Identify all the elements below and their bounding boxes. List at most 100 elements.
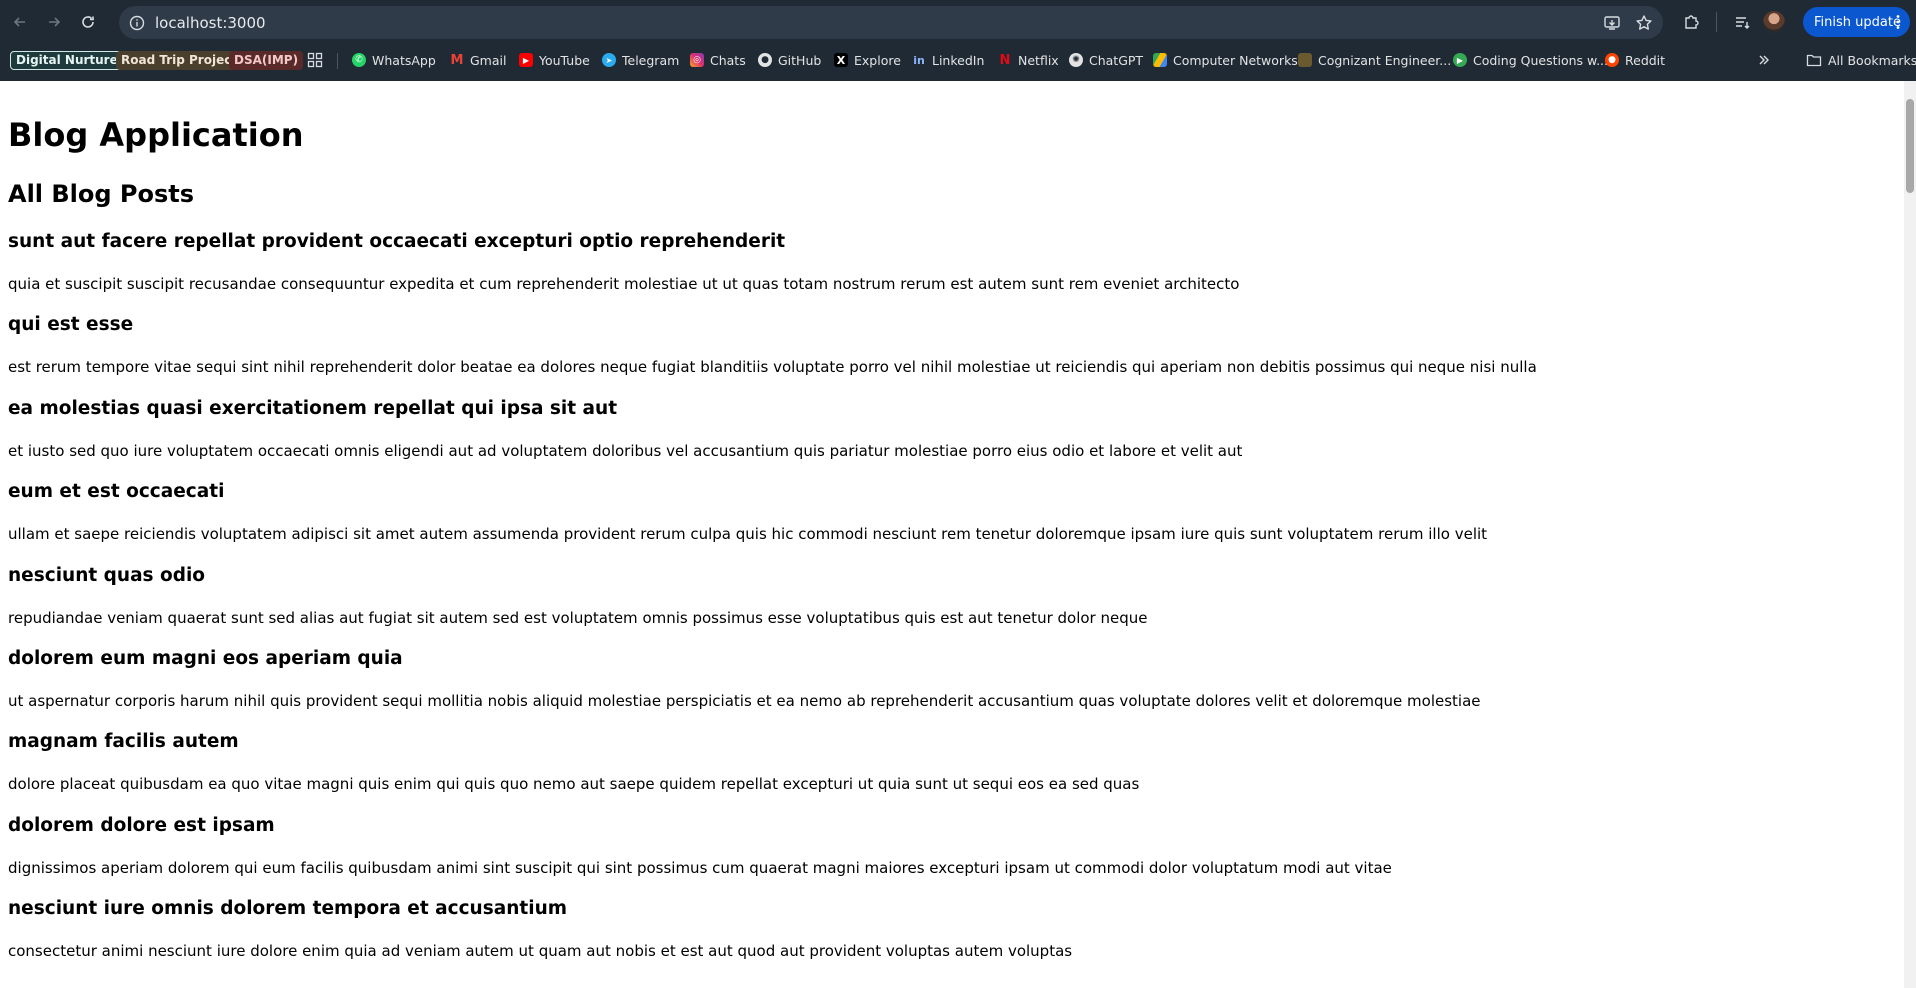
post-title: magnam facilis autem — [8, 731, 239, 752]
bookmark-label: Road Trip Project — [121, 53, 238, 67]
bookmarks-bar: Digital Nurture Road Trip Project DSA(IM… — [0, 46, 1916, 74]
post-body: dolore placeat quibusdam ea quo vitae ma… — [8, 775, 1140, 793]
back-button[interactable] — [5, 7, 35, 37]
chatgpt-icon: ✺ — [1069, 53, 1083, 67]
bookmark-cognizant[interactable]: Cognizant Engineer... — [1298, 48, 1451, 72]
post-body: dignissimos aperiam dolorem qui eum faci… — [8, 859, 1392, 877]
browser-chrome: localhost:3000 Finish update Digital Nur… — [0, 0, 1916, 81]
cognizant-icon — [1298, 53, 1312, 67]
extensions-button[interactable] — [1676, 7, 1706, 37]
bookmark-whatsapp[interactable]: ✆ WhatsApp — [352, 48, 436, 72]
install-app-icon[interactable] — [1603, 14, 1621, 32]
toolbar-right — [1676, 7, 1785, 37]
instagram-icon: ◎ — [690, 53, 704, 67]
bookmark-label: Explore — [854, 52, 901, 68]
bookmark-chats[interactable]: ◎ Chats — [690, 48, 746, 72]
toolbar-divider — [1716, 12, 1717, 32]
folder-icon — [1806, 54, 1822, 67]
site-info-icon[interactable] — [129, 15, 145, 31]
arrow-right-icon — [49, 17, 61, 27]
post-body: consectetur animi nesciunt iure dolore e… — [8, 942, 1073, 960]
bookmark-label: Cognizant Engineer... — [1318, 52, 1452, 68]
bookmark-label: YouTube — [539, 52, 590, 68]
reload-icon — [82, 16, 94, 28]
x-icon: X — [834, 53, 848, 67]
bookmark-coding-questions[interactable]: ▶ Coding Questions w... — [1453, 48, 1608, 72]
post-body: et iusto sed quo iure voluptatem occaeca… — [8, 442, 1243, 460]
post-title: dolorem eum magni eos aperiam quia — [8, 648, 403, 669]
bookmark-reddit[interactable]: ● Reddit — [1605, 48, 1665, 72]
puzzle-icon — [1685, 15, 1699, 29]
youtube-icon: ▶ — [519, 53, 533, 67]
post-body: quia et suscipit suscipit recusandae con… — [8, 275, 1240, 293]
bookmark-label: Gmail — [470, 52, 507, 68]
arrow-left-icon — [13, 17, 25, 27]
bookmark-digital-nurture[interactable]: Digital Nurture — [10, 50, 124, 70]
section-title: All Blog Posts — [8, 180, 195, 208]
netflix-icon: N — [998, 52, 1012, 68]
post-title: sunt aut facere repellat provident occae… — [8, 231, 786, 252]
gmail-icon: M — [450, 52, 464, 68]
post-title: eum et est occaecati — [8, 481, 225, 502]
bookmark-explore[interactable]: X Explore — [834, 48, 901, 72]
bookmark-github[interactable]: ● GitHub — [758, 48, 821, 72]
bookmark-label: Chats — [710, 52, 746, 68]
bookmark-label: DSA(IMP) — [234, 53, 299, 67]
bookmarks-divider — [337, 53, 338, 69]
whatsapp-icon: ✆ — [352, 53, 366, 67]
bookmark-youtube[interactable]: ▶ YouTube — [519, 48, 590, 72]
page-title: Blog Application — [8, 116, 304, 154]
post-title: nesciunt iure omnis dolorem tempora et a… — [8, 898, 568, 919]
more-bookmarks-button[interactable] — [1757, 48, 1771, 72]
bookmark-label: Telegram — [622, 52, 680, 68]
apps-button[interactable] — [307, 48, 323, 72]
post-body: ut aspernatur corporis harum nihil quis … — [8, 692, 1481, 710]
post-title: dolorem dolore est ipsam — [8, 815, 275, 836]
tab-search-button[interactable] — [1727, 7, 1757, 37]
bookmark-gmail[interactable]: M Gmail — [450, 48, 506, 72]
bookmark-label: Netflix — [1018, 52, 1059, 68]
post-body: repudiandae veniam quaerat sunt sed alia… — [8, 609, 1148, 627]
bookmark-label: GitHub — [778, 52, 822, 68]
bookmark-road-trip-project[interactable]: Road Trip Project — [116, 50, 243, 70]
bookmark-label: LinkedIn — [932, 52, 985, 68]
bookmark-computer-networks[interactable]: Computer Networks — [1153, 48, 1298, 72]
post-body: ullam et saepe reiciendis voluptatem adi… — [8, 525, 1488, 543]
bookmark-label: Digital Nurture — [16, 53, 118, 67]
bookmark-telegram[interactable]: ➤ Telegram — [602, 48, 679, 72]
all-bookmarks-label: All Bookmarks — [1828, 52, 1916, 68]
profile-avatar[interactable] — [1763, 11, 1785, 33]
post-title: qui est esse — [8, 314, 134, 335]
page-content: Blog Application All Blog Posts sunt aut… — [0, 81, 1904, 988]
address-bar[interactable]: localhost:3000 — [119, 6, 1663, 39]
more-vert-icon — [1896, 15, 1900, 29]
page-scrollbar[interactable] — [1904, 81, 1916, 988]
star-bookmark-icon[interactable] — [1635, 14, 1653, 32]
bookmark-linkedin[interactable]: in LinkedIn — [912, 48, 984, 72]
all-bookmarks-button[interactable]: All Bookmarks — [1806, 48, 1916, 72]
post-title: nesciunt quas odio — [8, 565, 206, 586]
forward-button[interactable] — [39, 7, 69, 37]
bookmark-dsa-imp[interactable]: DSA(IMP) — [229, 50, 304, 70]
telegram-icon: ➤ — [602, 53, 616, 67]
queue-list-icon — [1736, 17, 1750, 29]
linkedin-icon: in — [912, 53, 926, 67]
bookmark-chatgpt[interactable]: ✺ ChatGPT — [1069, 48, 1143, 72]
scrollbar-thumb[interactable] — [1906, 99, 1914, 193]
coding-icon: ▶ — [1453, 53, 1467, 67]
apps-grid-icon — [307, 52, 323, 68]
reload-button[interactable] — [73, 7, 103, 37]
finish-update-button[interactable]: Finish update — [1803, 7, 1910, 37]
url-text[interactable]: localhost:3000 — [155, 14, 266, 32]
post-body: est rerum tempore vitae sequi sint nihil… — [8, 358, 1537, 376]
bookmark-label: Coding Questions w... — [1473, 52, 1609, 68]
bookmark-label: Reddit — [1625, 52, 1666, 68]
github-icon: ● — [758, 53, 772, 67]
address-bar-actions — [1603, 6, 1653, 39]
finish-update-label: Finish update — [1814, 14, 1901, 30]
bookmark-label: ChatGPT — [1089, 52, 1144, 68]
reddit-icon: ● — [1605, 53, 1619, 67]
bookmark-label: WhatsApp — [372, 52, 436, 68]
post-title: ea molestias quasi exercitationem repell… — [8, 398, 618, 419]
bookmark-netflix[interactable]: N Netflix — [998, 48, 1059, 72]
